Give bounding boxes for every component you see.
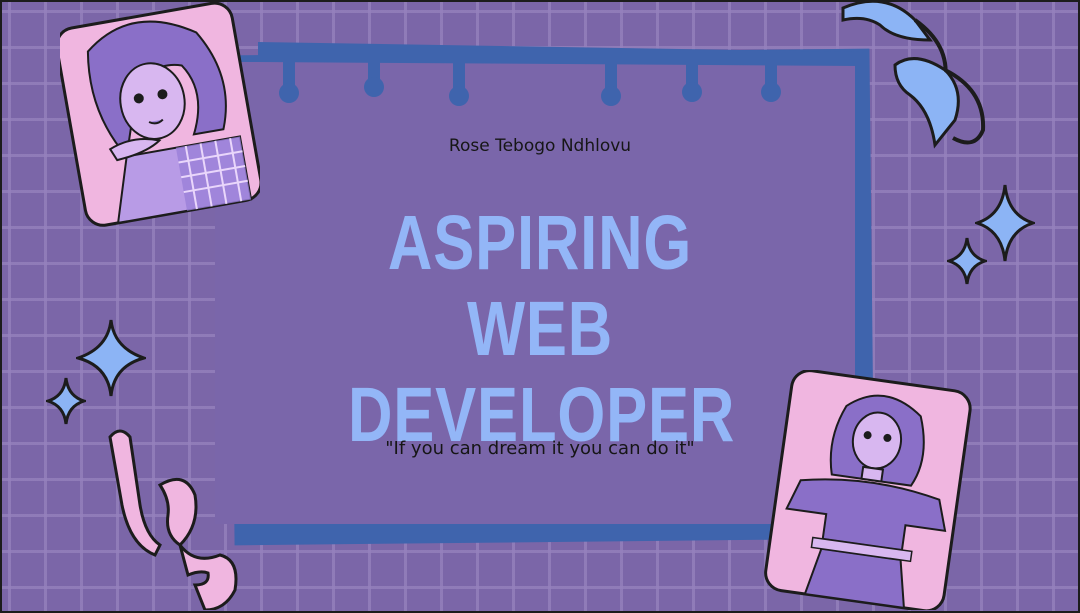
- headline-line-1: ASPIRING WEB: [387, 200, 693, 372]
- sparkle-icon: [947, 237, 987, 285]
- portrait-top-left-illustration: [60, 1, 260, 227]
- author-name: Rose Tebogo Ndhlovu: [448, 136, 632, 156]
- sparkle-icon: [46, 377, 86, 425]
- sparkle-icon: [76, 319, 146, 397]
- headline: ASPIRING WEB DEVELOPER: [348, 200, 734, 458]
- portrait-bottom-right-illustration: [764, 370, 972, 610]
- motto-quote: "If you can dream it you can do it": [385, 438, 695, 459]
